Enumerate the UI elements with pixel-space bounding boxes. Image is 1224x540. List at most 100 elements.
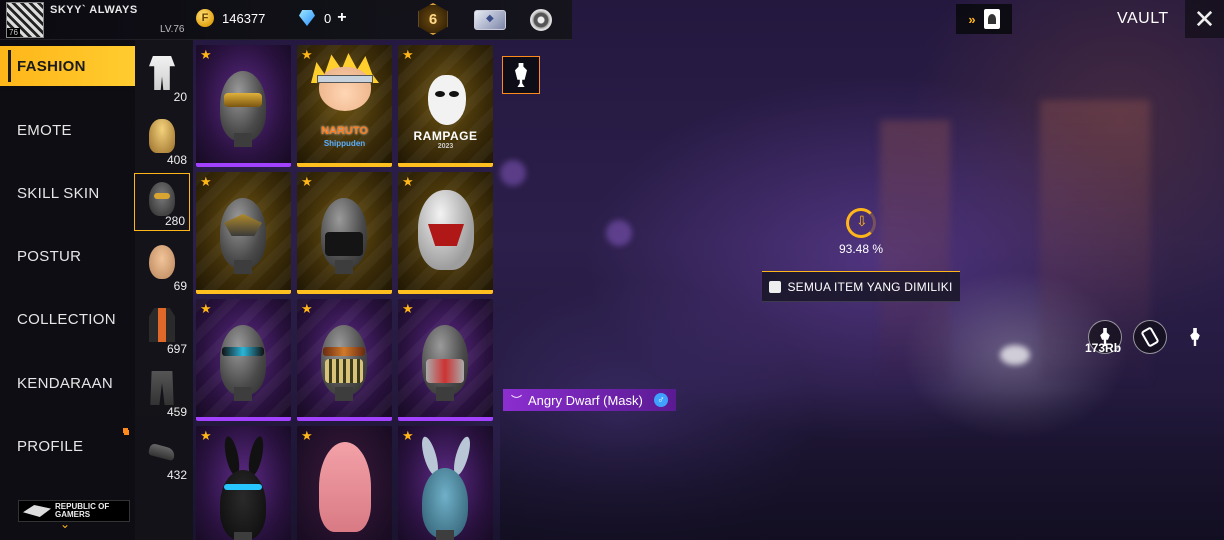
hood-thumbnail	[319, 442, 371, 532]
rampage-logo-sub: 2023	[437, 143, 454, 150]
chevron-down-icon[interactable]: ⌄	[60, 517, 70, 531]
nav-item-emote[interactable]: EMOTE	[0, 110, 135, 150]
top-bar: 76 SKYY` ALWAYS LV.76 F 146377 0 + 6	[0, 0, 572, 40]
sunglasses	[222, 347, 264, 356]
like-count: 173Rb	[1085, 341, 1122, 355]
mask-thumbnail	[220, 71, 266, 147]
subcategory-outfit[interactable]: 20	[135, 48, 191, 106]
gold-balance[interactable]: F 146377	[196, 9, 265, 27]
nav-item-collection[interactable]: COLLECTION	[0, 299, 135, 339]
star-icon: ★	[301, 47, 313, 62]
star-icon: ★	[301, 428, 313, 443]
naruto-headband	[317, 75, 373, 83]
face-icon	[149, 245, 175, 279]
close-icon: ✕	[1193, 3, 1216, 34]
rank-badge-icon[interactable]: 6	[418, 3, 448, 35]
nav-item-label: EMOTE	[17, 121, 72, 139]
item-tile-red-white-helmet[interactable]: ★	[398, 172, 493, 294]
pants-icon	[150, 371, 174, 405]
shoes-icon	[147, 442, 177, 462]
item-tile-black-bunny-mask[interactable]: ★	[196, 426, 291, 540]
subcategory-count: 408	[166, 153, 187, 167]
diamond-balance[interactable]: 0 +	[298, 9, 347, 27]
item-tile-gold-visor-mask[interactable]: ★	[196, 45, 291, 167]
character-eye-icon	[1190, 328, 1200, 346]
mask-thumbnail	[422, 468, 468, 540]
item-tile-angry-dwarf-mask[interactable]: ★	[297, 299, 392, 421]
settings-icon[interactable]	[530, 9, 552, 31]
player-avatar[interactable]: 76	[6, 2, 44, 38]
item-tile-sunglasses-mask[interactable]: ★	[196, 299, 291, 421]
rarity-bar	[297, 163, 392, 167]
star-icon: ★	[200, 47, 212, 62]
mask-visor	[224, 93, 262, 107]
goggles	[323, 347, 365, 356]
outfit-icon	[149, 56, 175, 90]
add-diamonds-button[interactable]: +	[337, 9, 346, 27]
naruto-logo: NARUTO	[321, 125, 368, 137]
nav-item-postur[interactable]: POSTUR	[0, 236, 135, 276]
page-title: VAULT	[1117, 10, 1169, 27]
nav-item-skill-skin[interactable]: SKILL SKIN	[0, 173, 135, 213]
nav-item-kendaraan[interactable]: KENDARAAN	[0, 363, 135, 403]
subcategory-column: 20 408 280 69 697 459 432	[123, 40, 193, 540]
mask-thumbnail	[220, 470, 266, 540]
mask-thumbnail	[422, 325, 468, 401]
new-indicator-dot	[123, 428, 128, 433]
collection-percent: 93.48 %	[838, 242, 884, 256]
close-button[interactable]: ✕	[1185, 0, 1224, 38]
gold-amount: 146377	[222, 10, 266, 26]
collection-progress[interactable]: 93.48 %	[820, 208, 902, 256]
mannequin-view-button[interactable]	[502, 56, 540, 94]
glowing-eyes	[224, 484, 262, 490]
mask-ornament	[224, 214, 262, 236]
profile-card-icon	[983, 9, 1000, 29]
rarity-bar	[196, 417, 291, 421]
star-icon: ★	[200, 428, 212, 443]
star-icon: ★	[402, 47, 414, 62]
item-tile-black-cloth-mask[interactable]: ★	[297, 172, 392, 294]
item-tile-naruto-mask[interactable]: ★ NARUTO Shippuden	[297, 45, 392, 167]
diamond-amount: 0	[324, 10, 332, 26]
diamond-icon	[298, 10, 316, 26]
item-tile-pink-hood-mask[interactable]: ★	[297, 426, 392, 540]
helmet-thumbnail	[418, 190, 474, 270]
naruto-logo-sub: Shippuden	[323, 139, 366, 148]
all-owned-items-button[interactable]: SEMUA ITEM YANG DIMILIKI	[762, 271, 960, 302]
nav-item-label: FASHION	[17, 57, 86, 75]
rotate-view-button[interactable]	[1133, 320, 1167, 354]
subcategory-jacket[interactable]: 697	[135, 300, 191, 358]
mask-icon: ︶	[511, 395, 522, 407]
preview-character-button[interactable]	[1178, 320, 1212, 354]
subcategory-shoes[interactable]: 432	[135, 426, 191, 484]
nav-item-fashion[interactable]: FASHION	[0, 46, 135, 86]
subcategory-hair[interactable]: 408	[135, 111, 191, 169]
selected-item-label[interactable]: ︶ Angry Dwarf (Mask) ♂	[503, 389, 676, 411]
subcategory-count: 459	[166, 405, 187, 419]
subcategory-mask[interactable]: 280	[134, 173, 190, 231]
item-tile-rampage-mask[interactable]: ★ RAMPAGE 2023	[398, 45, 493, 167]
mask-thumbnail	[321, 198, 367, 274]
naruto-face	[319, 67, 371, 111]
owned-button-label: SEMUA ITEM YANG DIMILIKI	[787, 279, 953, 294]
subcategory-count: 432	[166, 468, 187, 482]
nav-item-profile[interactable]: PROFILE	[0, 426, 135, 466]
double-chevron-right-icon: »	[968, 11, 976, 27]
item-tile-gold-ornament-mask[interactable]: ★	[196, 172, 291, 294]
item-tile-blue-bunny-mask[interactable]: ★	[398, 426, 493, 540]
subcategory-pants[interactable]: 459	[135, 363, 191, 421]
star-icon: ★	[402, 428, 414, 443]
subcategory-face[interactable]: 69	[135, 237, 191, 295]
rotate-phone-icon	[1140, 326, 1160, 348]
hair-icon	[149, 119, 175, 153]
gold-coin-icon: F	[196, 9, 214, 27]
rank-badge-number: 6	[428, 10, 438, 28]
subcategory-count: 280	[164, 214, 185, 228]
nav-item-label: SKILL SKIN	[17, 184, 100, 202]
membership-card-icon[interactable]	[474, 10, 506, 30]
switch-vault-button[interactable]: »	[956, 4, 1012, 34]
item-tile-bandana-mask[interactable]: ★	[398, 299, 493, 421]
mask-icon	[149, 182, 175, 216]
subcategory-count: 69	[173, 279, 187, 293]
mask-thumbnail	[220, 198, 266, 274]
